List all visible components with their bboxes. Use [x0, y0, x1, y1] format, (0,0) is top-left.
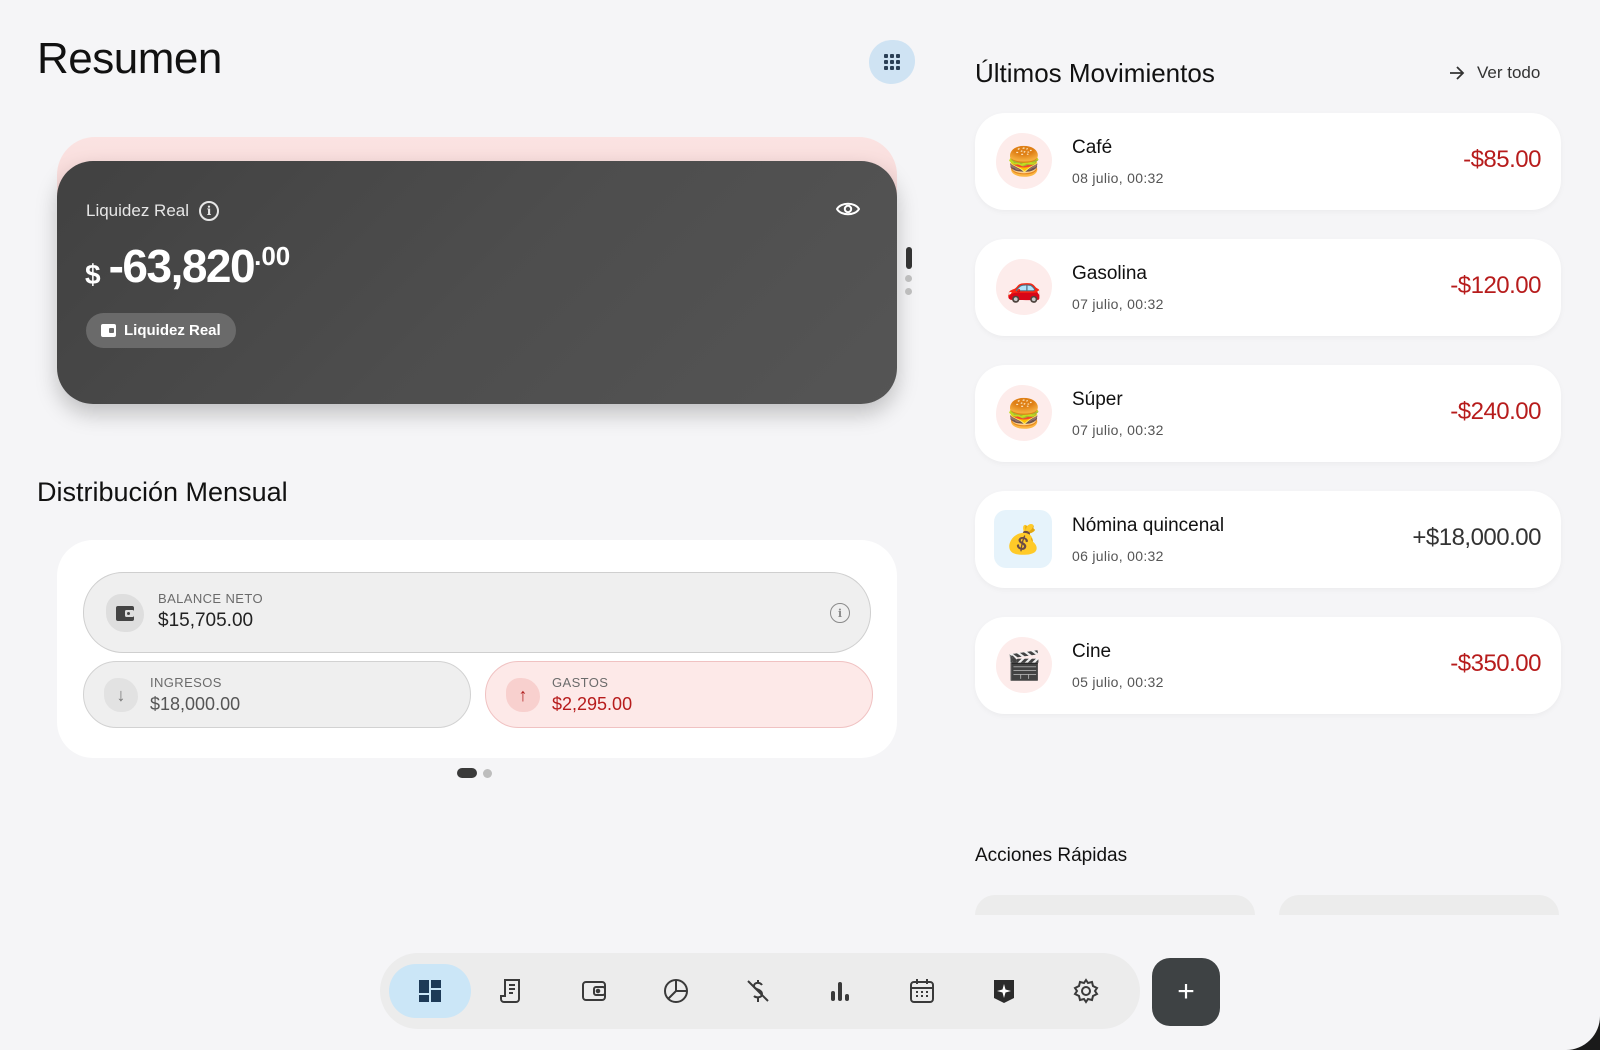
- pager-dot[interactable]: [483, 768, 492, 778]
- dashboard-icon: [419, 980, 441, 1002]
- liquidity-chip[interactable]: Liquidez Real: [86, 313, 236, 348]
- movement-amount: +$18,000.00: [1412, 524, 1541, 551]
- expenses-label: GASTOS: [552, 675, 609, 690]
- list-item[interactable]: 💰 Nómina quincenal 06 julio, 00:32 +$18,…: [975, 491, 1561, 588]
- car-icon: 🚗: [996, 259, 1052, 315]
- balance-card-label-row: Liquidez Real i: [86, 201, 220, 221]
- movement-amount: -$85.00: [1463, 146, 1541, 173]
- pager-dot[interactable]: [905, 288, 912, 295]
- no-money-icon: [747, 980, 769, 1002]
- movement-amount: -$240.00: [1450, 398, 1541, 425]
- movement-date: 08 julio, 00:32: [1072, 170, 1164, 186]
- eye-icon[interactable]: [836, 201, 860, 217]
- apps-grid-button[interactable]: [869, 40, 915, 84]
- pager-dot-active[interactable]: [457, 768, 477, 778]
- nav-accounts[interactable]: [553, 964, 635, 1018]
- pager-dot-active[interactable]: [905, 247, 912, 269]
- wallet-icon: [106, 594, 144, 632]
- card-pager[interactable]: [905, 247, 912, 295]
- page-title: Resumen: [37, 34, 222, 83]
- info-icon[interactable]: i: [830, 603, 850, 623]
- income-value: $18,000.00: [150, 694, 241, 714]
- movement-name: Café: [1072, 137, 1113, 158]
- movement-date: 07 julio, 00:32: [1072, 422, 1164, 438]
- see-all-link[interactable]: Ver todo: [1449, 63, 1540, 83]
- burger-icon: 🍔: [996, 385, 1052, 441]
- arrow-up-icon: ↑: [506, 678, 540, 712]
- liquidity-chip-label: Liquidez Real: [124, 322, 221, 339]
- list-item[interactable]: 🍔 Café 08 julio, 00:32 -$85.00: [975, 113, 1561, 210]
- movement-date: 06 julio, 00:32: [1072, 548, 1164, 564]
- nav-settings[interactable]: [1045, 964, 1127, 1018]
- income-label: INGRESOS: [150, 675, 222, 690]
- movement-date: 05 julio, 00:32: [1072, 674, 1164, 690]
- distribution-card: BALANCE NETO $15,705.00 i ↓ INGRESOS $18…: [57, 540, 897, 758]
- list-item[interactable]: 🍔 Súper 07 julio, 00:32 -$240.00: [975, 365, 1561, 462]
- net-balance-row[interactable]: BALANCE NETO $15,705.00 i: [83, 572, 871, 653]
- expenses-row[interactable]: ↑ GASTOS $2,295.00: [485, 661, 873, 728]
- info-icon[interactable]: i: [199, 201, 220, 221]
- nav-debts[interactable]: [717, 964, 799, 1018]
- clapperboard-icon: 🎬: [996, 637, 1052, 693]
- pager-dot[interactable]: [905, 275, 912, 282]
- nav-dashboard[interactable]: [389, 964, 471, 1018]
- movement-name: Nómina quincenal: [1072, 515, 1225, 536]
- balance-amount-integer: -63,820: [108, 240, 256, 292]
- balance-amount: $ -63,820 .00: [85, 239, 290, 293]
- movement-date: 07 julio, 00:32: [1072, 296, 1164, 312]
- income-row[interactable]: ↓ INGRESOS $18,000.00: [83, 661, 471, 728]
- movements-list: 🍔 Café 08 julio, 00:32 -$85.00 🚗 Gasolin…: [975, 113, 1561, 743]
- burger-icon: 🍔: [996, 133, 1052, 189]
- movement-name: Gasolina: [1072, 263, 1147, 284]
- net-balance-value: $15,705.00: [158, 610, 254, 631]
- movement-amount: -$350.00: [1450, 650, 1541, 677]
- distribution-title: Distribución Mensual: [37, 477, 288, 507]
- currency-symbol: $: [85, 259, 101, 290]
- grid-icon: [884, 54, 900, 70]
- balance-amount-decimal: .00: [254, 241, 291, 271]
- add-transaction-button[interactable]: +: [1152, 958, 1220, 1026]
- quick-action-card[interactable]: [1279, 895, 1559, 915]
- movement-amount: -$120.00: [1450, 272, 1541, 299]
- receipt-icon: [500, 979, 520, 1003]
- list-item[interactable]: 🎬 Cine 05 julio, 00:32 -$350.00: [975, 617, 1561, 714]
- arrow-down-icon: ↓: [104, 678, 138, 712]
- nav-stats[interactable]: [799, 964, 881, 1018]
- sparkle-icon: [994, 980, 1014, 1003]
- quick-actions-title: Acciones Rápidas: [975, 845, 1128, 866]
- bottom-nav: [380, 953, 1140, 1029]
- balance-card-label: Liquidez Real: [86, 201, 190, 220]
- nav-budget[interactable]: [635, 964, 717, 1018]
- settings-icon: [1073, 978, 1099, 1004]
- movement-name: Súper: [1072, 389, 1123, 410]
- expenses-value: $2,295.00: [552, 694, 633, 714]
- distribution-pager[interactable]: [457, 768, 492, 778]
- calendar-icon: [910, 979, 934, 1003]
- see-all-label: Ver todo: [1477, 63, 1541, 82]
- wallet-icon: [582, 981, 606, 1001]
- nav-calendar[interactable]: [881, 964, 963, 1018]
- movement-name: Cine: [1072, 641, 1112, 662]
- pie-chart-icon: [664, 979, 688, 1003]
- list-item[interactable]: 🚗 Gasolina 07 julio, 00:32 -$120.00: [975, 239, 1561, 336]
- money-bag-icon: 💰: [994, 510, 1052, 568]
- balance-card[interactable]: Liquidez Real i $ -63,820 .00 Liquidez R…: [57, 161, 897, 404]
- movements-title: Últimos Movimientos: [975, 58, 1215, 88]
- nav-ai[interactable]: [963, 964, 1045, 1018]
- net-balance-label: BALANCE NETO: [158, 591, 263, 606]
- arrow-right-icon: [1450, 66, 1465, 80]
- nav-transactions[interactable]: [471, 964, 553, 1018]
- quick-action-card[interactable]: [975, 895, 1255, 915]
- wallet-icon: [101, 324, 116, 337]
- bar-chart-icon: [831, 982, 849, 1001]
